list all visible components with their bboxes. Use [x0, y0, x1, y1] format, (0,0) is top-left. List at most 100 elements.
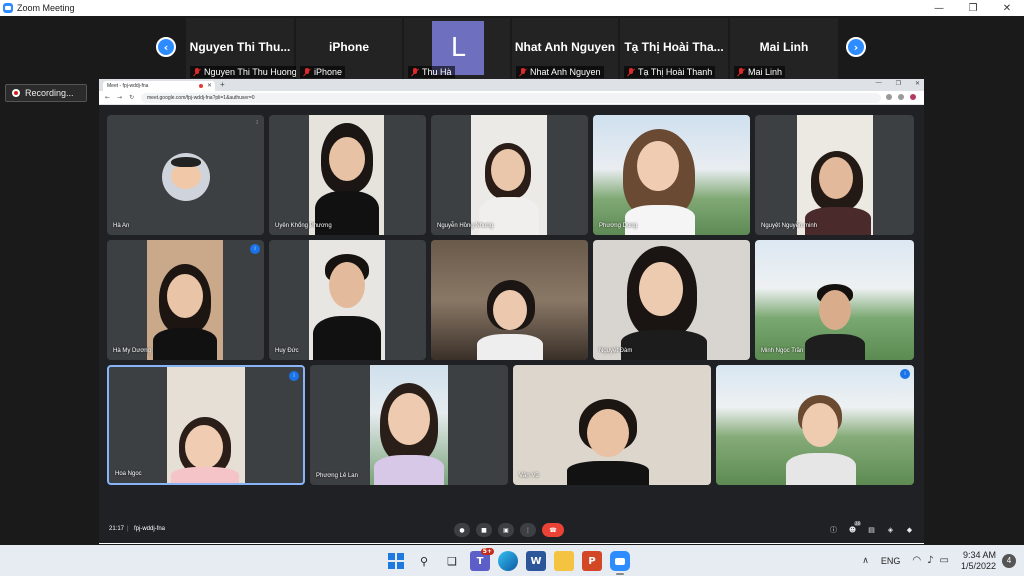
camera-button[interactable]: ■ [476, 523, 492, 537]
pin-icon[interactable]: ⁝ [256, 119, 258, 126]
participant-tile[interactable]: Mai Linh Mai Linh [730, 18, 838, 80]
mic-muted-icon [303, 67, 311, 77]
people-icon[interactable]: ☻ 16 [848, 521, 861, 534]
participant-tile[interactable]: L Thu Hà [404, 18, 510, 80]
back-icon[interactable]: ← [105, 94, 110, 101]
meet-tile[interactable]: ⁝ Hà An [107, 115, 264, 235]
browser-window-controls: — ❐ ✕ [876, 80, 920, 87]
mic-muted-icon [627, 67, 635, 77]
info-icon[interactable]: ⓘ [829, 525, 838, 534]
browser-maximize-button[interactable]: ❐ [896, 80, 901, 87]
browser-tab[interactable]: Meet - fpj-wddj-fna ✕ [103, 81, 215, 91]
volume-icon[interactable]: ♪ [927, 555, 933, 566]
person-face [388, 393, 430, 445]
wifi-icon[interactable]: ◠ [912, 555, 921, 566]
clock[interactable]: 9:34 AM 1/5/2022 [961, 550, 996, 572]
extension-icon[interactable] [898, 94, 904, 100]
close-button[interactable]: ✕ [990, 0, 1024, 16]
next-participants-button[interactable]: › [846, 37, 866, 57]
meet-tile[interactable]: ⁞ Hà My Dương [107, 240, 264, 360]
url-field[interactable]: meet.google.com/fpj-wddj-fna?pli=1&authu… [141, 93, 881, 103]
participant-tile[interactable]: Nguyen Thi Thu... Nguyen Thi Thu Huong [186, 18, 300, 80]
clock-date: 1/5/2022 [960, 560, 996, 571]
word-icon[interactable]: W [526, 551, 546, 571]
meet-tile-name: Nguyễn Hồng Nhung [437, 223, 494, 229]
meet-tile[interactable]: Vân Vũ [513, 365, 711, 485]
mic-muted-icon [193, 67, 201, 77]
meet-tile[interactable] [431, 240, 588, 360]
participant-tile[interactable]: iPhone iPhone [296, 18, 402, 80]
powerpoint-icon[interactable]: P [582, 551, 602, 571]
meet-tile[interactable]: Huy Đức [269, 240, 426, 360]
speaking-indicator-icon: ⁞ [900, 369, 910, 379]
browser-minimize-button[interactable]: — [876, 80, 882, 87]
task-view-icon[interactable]: ❑ [442, 551, 462, 571]
minimize-button[interactable]: — [922, 0, 956, 16]
file-explorer-icon[interactable] [554, 551, 574, 571]
meet-tile[interactable]: Nguyễn Hồng Nhung [431, 115, 588, 235]
participant-label-text: Tạ Thị Hoài Thanh [638, 67, 713, 77]
person-body [621, 330, 707, 360]
reload-icon[interactable]: ↻ [129, 94, 134, 101]
person-body [313, 316, 381, 360]
meet-tile[interactable]: ⁞ [716, 365, 914, 485]
start-button[interactable] [386, 551, 406, 571]
meet-tile[interactable]: Phương Dung [593, 115, 750, 235]
more-options-button[interactable]: ⋮ [520, 523, 536, 537]
leave-call-button[interactable]: ☎ [542, 523, 564, 537]
zoom-app-icon[interactable] [610, 551, 630, 575]
record-icon [12, 89, 20, 97]
system-tray: ∧ ENG ◠ ♪ ▭ 9:34 AM 1/5/2022 4 [862, 545, 1024, 576]
person-face [819, 290, 851, 330]
participant-label-text: iPhone [314, 67, 343, 77]
browser-extensions [886, 94, 916, 100]
chat-icon[interactable]: ▤ [867, 525, 876, 534]
search-icon[interactable]: ⚲ [414, 551, 434, 571]
new-tab-button[interactable]: + [220, 80, 225, 89]
meet-tile-name: Nguyệt Nguyễn minh [761, 223, 818, 229]
present-button[interactable]: ▣ [498, 523, 514, 537]
meet-tile[interactable]: Minh Ngọc Trần [755, 240, 914, 360]
forward-icon[interactable]: → [117, 94, 122, 101]
person-face [329, 262, 365, 308]
teams-icon[interactable]: T 5+ [470, 548, 494, 571]
host-controls-icon[interactable]: ◆ [905, 525, 914, 534]
microphone-button[interactable]: ● [454, 523, 470, 537]
close-tab-icon[interactable]: ✕ [207, 82, 212, 89]
meet-tile[interactable]: Uyên Khổng Phương [269, 115, 426, 235]
battery-icon[interactable]: ▭ [940, 555, 949, 566]
meet-tile[interactable]: Phương Lê Lan [310, 365, 508, 485]
meet-tile-name: Nguyệt Đàm [599, 348, 633, 354]
person-body [805, 334, 865, 360]
show-hidden-icons[interactable]: ∧ [862, 556, 869, 566]
person-body [477, 334, 543, 360]
meet-tile[interactable]: Nguyệt Đàm [593, 240, 750, 360]
person-body [374, 455, 444, 485]
windows-logo-icon [388, 553, 404, 569]
meeting-time: 21:17 [109, 526, 125, 532]
maximize-button[interactable]: ❐ [956, 0, 990, 16]
meet-tile[interactable]: ⁞ Hoa Ngoc [107, 365, 305, 485]
person-face [802, 403, 838, 447]
profile-avatar[interactable] [910, 94, 916, 100]
activities-icon[interactable]: ◈ [886, 525, 895, 534]
participant-tile[interactable]: Nhat Anh Nguyen Nhat Anh Nguyen [512, 18, 618, 80]
mic-muted-icon [519, 67, 527, 77]
participant-name: iPhone [328, 40, 369, 54]
prev-participants-button[interactable]: ‹ [156, 37, 176, 57]
extension-icon[interactable] [886, 94, 892, 100]
meet-tile[interactable]: Nguyệt Nguyễn minh [755, 115, 914, 235]
person-face [587, 409, 629, 457]
browser-close-button[interactable]: ✕ [915, 80, 920, 87]
person-body [567, 461, 649, 485]
participant-label-text: Thu Hà [422, 67, 452, 77]
recording-indicator[interactable]: Recording... [5, 84, 87, 102]
people-count-badge: 16 [853, 521, 861, 526]
notification-badge[interactable]: 4 [1002, 553, 1016, 568]
participant-label: iPhone [300, 66, 346, 78]
language-indicator[interactable]: ENG [881, 556, 901, 566]
browser-nav: ← → ↻ [105, 94, 134, 101]
person-body [153, 328, 217, 360]
participant-tile[interactable]: Tạ Thị Hoài Tha... Tạ Thị Hoài Thanh [620, 18, 728, 80]
edge-icon[interactable] [498, 551, 518, 571]
